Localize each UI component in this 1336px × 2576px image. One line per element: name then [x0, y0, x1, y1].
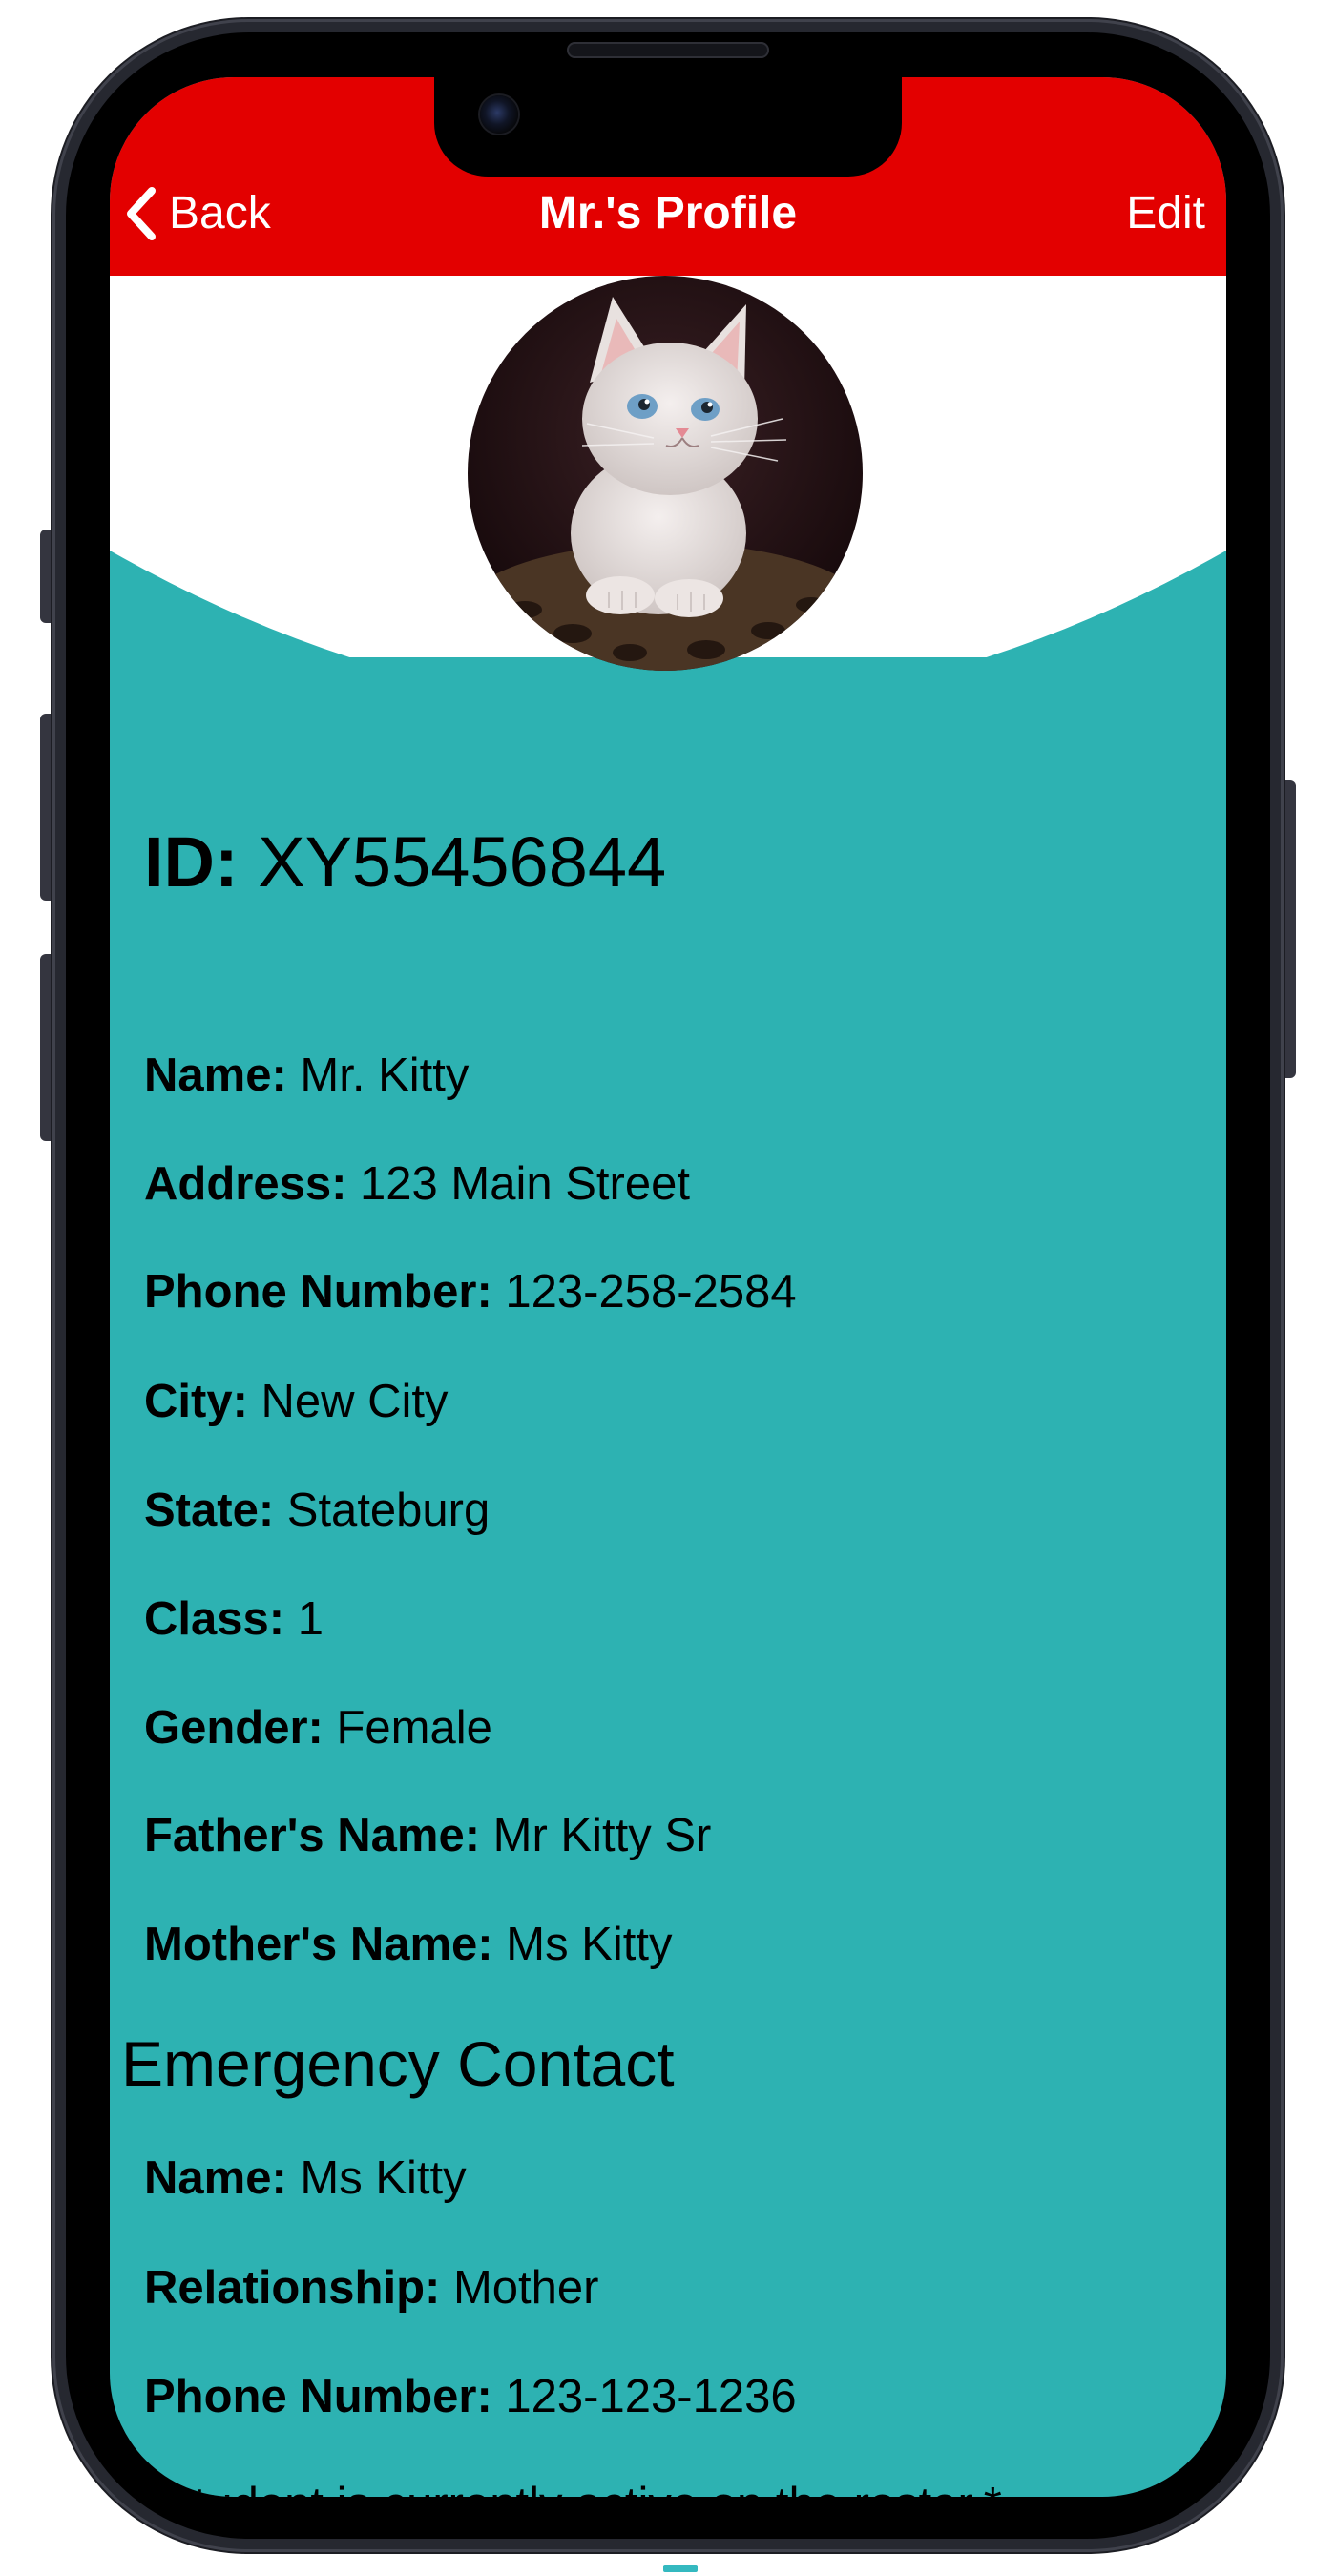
page-title: Mr.'s Profile	[538, 188, 798, 239]
field-label: Gender:	[144, 1702, 324, 1754]
emergency-field-phone-number: Phone Number: 123-123-1236	[144, 2366, 797, 2427]
speaker-grill	[567, 42, 769, 58]
field-name: Name: Mr. Kitty	[144, 1045, 469, 1106]
field-value: Ms Kitty	[300, 2152, 467, 2204]
field-value: New City	[261, 1376, 449, 1427]
field-label: Relationship:	[144, 2262, 441, 2314]
field-label: Phone Number:	[144, 2371, 492, 2422]
field-label: City:	[144, 1376, 248, 1427]
back-button[interactable]: Back	[123, 184, 271, 243]
field-mothers-name: Mother's Name: Ms Kitty	[144, 1914, 672, 1975]
field-value: Mr. Kitty	[300, 1049, 470, 1101]
field-value: 123-123-1236	[505, 2371, 797, 2422]
field-value: Mother	[452, 2262, 599, 2314]
id-value: XY55456844	[258, 822, 667, 902]
field-value: Female	[336, 1702, 492, 1754]
field-phone-number: Phone Number: 123-258-2584	[144, 1261, 797, 1322]
app-screenshot: Back Mr.'s Profile Edit ID: XY55456844 N…	[0, 0, 1336, 2576]
back-label: Back	[169, 188, 271, 239]
field-fathers-name: Father's Name: Mr Kitty Sr	[144, 1805, 711, 1866]
edit-button[interactable]: Edit	[1126, 184, 1205, 243]
field-value: Stateburg	[286, 1485, 491, 1536]
app-screen: Back Mr.'s Profile Edit ID: XY55456844 N…	[110, 77, 1226, 2497]
field-label: Address:	[144, 1158, 347, 1210]
bottom-edge-mark	[663, 2565, 698, 2572]
field-label: Class:	[144, 1593, 285, 1645]
field-city: City: New City	[144, 1371, 449, 1432]
field-label: Father's Name:	[144, 1810, 481, 1861]
kitten-avatar	[468, 276, 863, 671]
field-label: Name:	[144, 1049, 287, 1101]
field-label: Name:	[144, 2152, 287, 2204]
field-class: Class: 1	[144, 1589, 324, 1650]
field-label: Phone Number:	[144, 1266, 492, 1318]
front-camera-icon	[480, 95, 518, 134]
id-label: ID:	[144, 822, 239, 902]
field-address: Address: 123 Main Street	[144, 1153, 690, 1215]
roster-status-note: *Student is currently active on the rost…	[144, 2474, 1002, 2497]
field-value: 1	[297, 1593, 324, 1645]
field-value: 123 Main Street	[360, 1158, 690, 1210]
field-value: 123-258-2584	[505, 1266, 797, 1318]
field-gender: Gender: Female	[144, 1697, 492, 1758]
field-state: State: Stateburg	[144, 1480, 490, 1541]
emergency-contact-heading: Emergency Contact	[121, 2028, 675, 2099]
field-label: Mother's Name:	[144, 1919, 493, 1970]
field-value: Mr Kitty Sr	[492, 1810, 712, 1861]
field-label: State:	[144, 1485, 275, 1536]
emergency-field-name: Name: Ms Kitty	[144, 2148, 467, 2209]
student-id: ID: XY55456844	[144, 817, 666, 908]
field-value: Ms Kitty	[506, 1919, 673, 1970]
emergency-field-relationship: Relationship: Mother	[144, 2257, 598, 2318]
chevron-left-icon	[127, 187, 156, 240]
